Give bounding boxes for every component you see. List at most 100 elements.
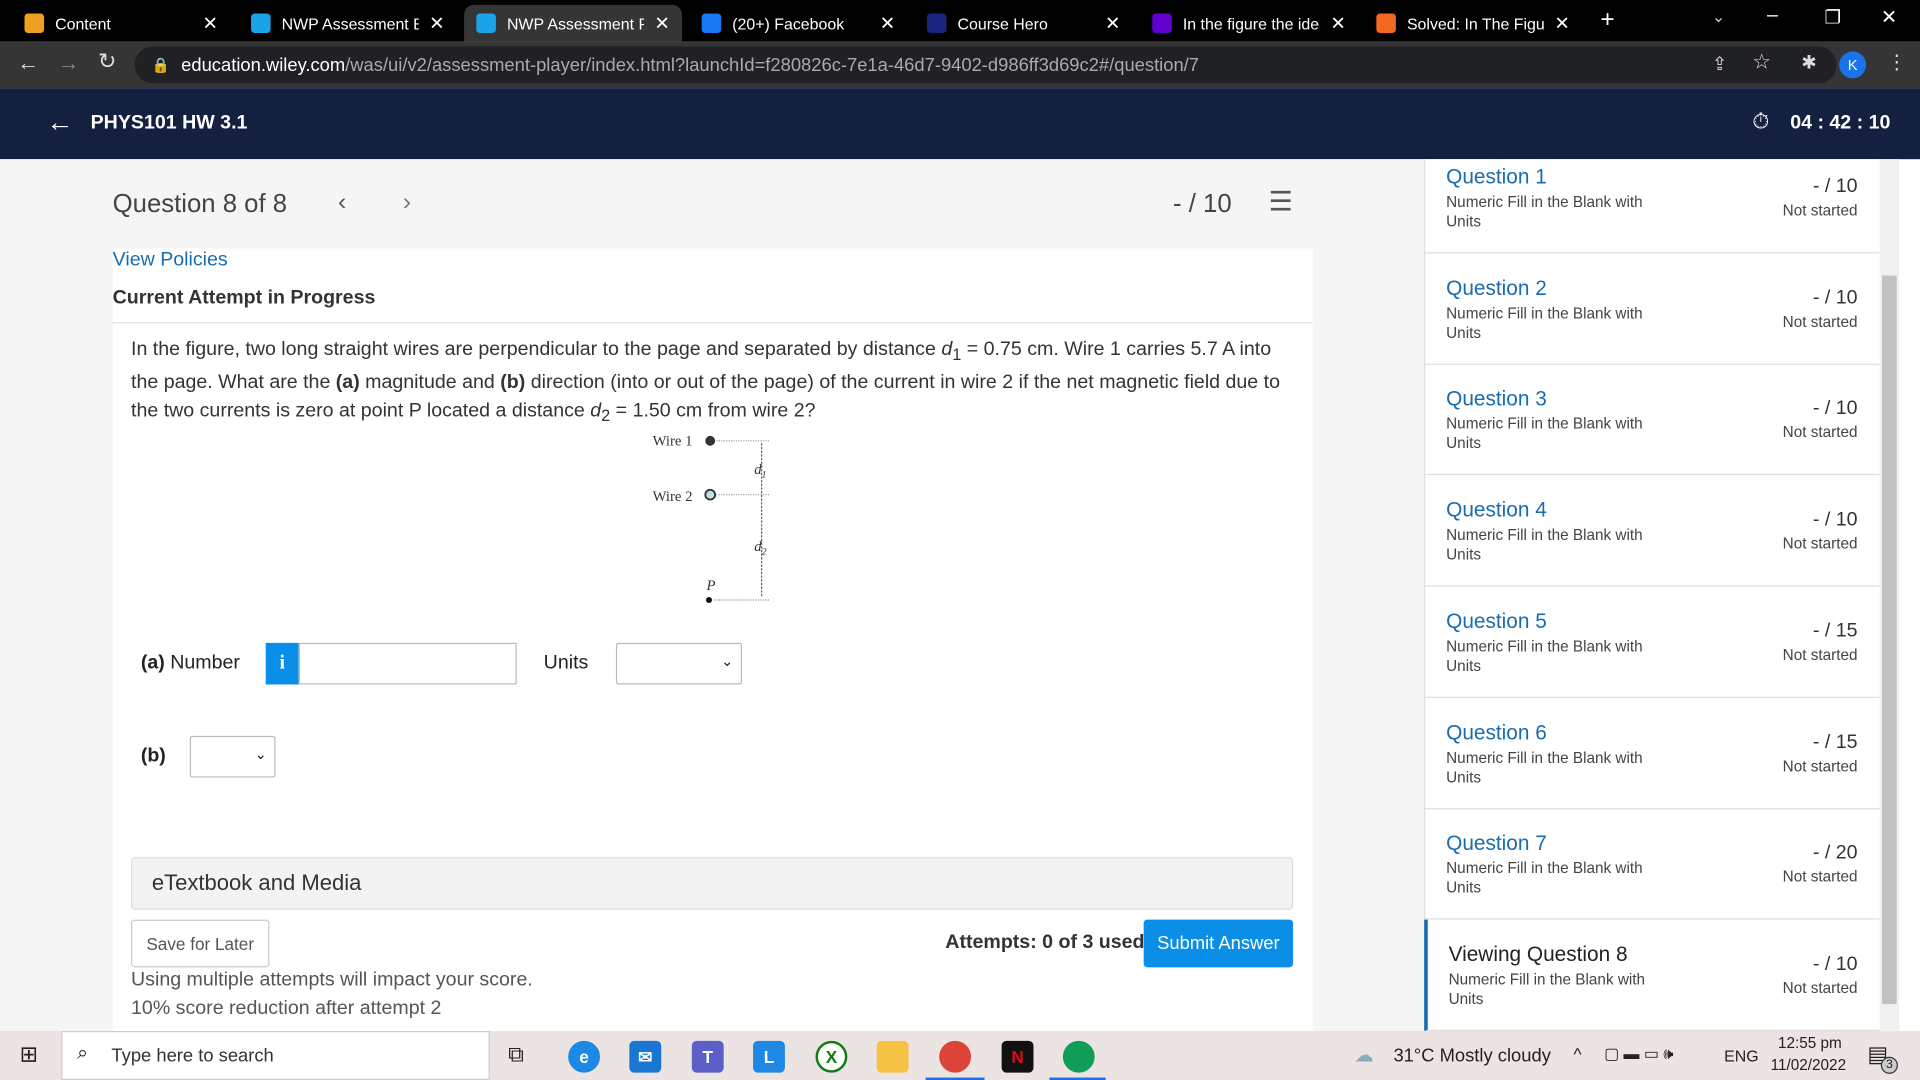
d2-label: d2 — [754, 539, 766, 558]
browser-tab[interactable]: In the figure the ideal ✕ — [1140, 5, 1358, 42]
reload-icon[interactable]: ↻ — [98, 49, 116, 75]
star-icon — [926, 13, 947, 34]
p-label: P — [706, 578, 716, 594]
close-tab-icon[interactable]: ✕ — [654, 12, 669, 34]
menu-icon[interactable]: ⋮ — [1887, 50, 1907, 74]
tab-search-icon[interactable]: ⌄ — [1712, 7, 1725, 27]
teams-icon[interactable]: T — [691, 1040, 724, 1073]
chevron-down-icon: ⌄ — [254, 745, 267, 763]
attempt-status: Current Attempt in Progress — [112, 287, 376, 309]
browser-tab[interactable]: Solved: In The Figure ✕ — [1364, 5, 1582, 42]
chrome-icon[interactable] — [939, 1040, 972, 1073]
sidebar-question-item[interactable]: Question 6 Numeric Fill in the Blank with… — [1424, 697, 1880, 809]
l-app-icon[interactable]: L — [753, 1040, 785, 1073]
clock-time[interactable]: 12:55 pm — [1778, 1035, 1842, 1052]
browser-tab[interactable]: NWP Assessment Play✕ — [464, 4, 683, 42]
etextbook-panel[interactable]: eTextbook and Media — [131, 857, 1294, 910]
tray-icons[interactable]: ▢ ▬ ▭ 🕪 — [1604, 1044, 1673, 1064]
attempts-counter: Attempts: 0 of 3 used — [945, 931, 1145, 953]
question-sidebar: Question 1 Numeric Fill in the Blank with… — [1424, 159, 1880, 1032]
language-indicator[interactable]: ENG — [1724, 1047, 1758, 1065]
chrome-profile-icon[interactable] — [1062, 1040, 1095, 1073]
question-score: - / 10 — [1173, 189, 1232, 218]
close-window-icon[interactable]: ✕ — [1881, 5, 1897, 29]
bookmark-star-icon[interactable]: ☆ — [1752, 50, 1771, 74]
forward-icon[interactable]: → — [58, 50, 80, 76]
close-tab-icon[interactable]: ✕ — [1554, 12, 1569, 34]
wp-icon — [251, 13, 271, 34]
sidebar-question-item[interactable]: Question 1 Numeric Fill in the Blank with… — [1424, 159, 1880, 254]
close-tab-icon[interactable]: ✕ — [1330, 12, 1345, 34]
d1-label: d1 — [754, 462, 766, 481]
attempts-note: Using multiple attempts will impact your… — [131, 969, 533, 991]
file-explorer-icon[interactable] — [876, 1040, 909, 1073]
sidebar-question-item[interactable]: Question 3 Numeric Fill in the Blank with… — [1424, 364, 1880, 476]
question-list-icon[interactable]: ☰ — [1269, 186, 1293, 218]
facebook-icon — [701, 13, 722, 34]
close-tab-icon[interactable]: ✕ — [1105, 12, 1120, 34]
netflix-icon[interactable]: N — [1001, 1040, 1034, 1073]
number-input[interactable] — [298, 642, 517, 685]
wire2-label: Wire 2 — [653, 489, 693, 505]
save-for-later-button[interactable]: Save for Later — [131, 919, 270, 968]
sidebar-question-item[interactable]: Viewing Question 8 Numeric Fill in the Bl… — [1424, 919, 1880, 1031]
sidebar-question-item[interactable]: Question 5 Numeric Fill in the Blank with… — [1424, 586, 1880, 698]
mail-icon[interactable]: ✉ — [629, 1040, 662, 1073]
score-reduction-note: 10% score reduction after attempt 2 — [131, 997, 442, 1019]
xbox-icon[interactable]: X — [815, 1040, 848, 1073]
wire2-icon — [704, 488, 717, 501]
address-bar: ← → ↻ 🔒 education.wiley.com/was/ui/v2/as… — [0, 41, 1920, 89]
close-tab-icon[interactable]: ✕ — [203, 12, 218, 34]
sidebar-question-item[interactable]: Question 2 Numeric Fill in the Blank with… — [1424, 253, 1880, 365]
profile-avatar[interactable]: K — [1839, 51, 1867, 79]
notification-count: 3 — [1880, 1056, 1898, 1074]
share-icon[interactable]: ⇪ — [1712, 53, 1727, 75]
browser-tab-bar: Content✕NWP Assessment Buil✕NWP Assessme… — [0, 0, 1920, 42]
question-heading: Question 8 of 8 — [112, 189, 288, 218]
clock-date[interactable]: 11/02/2022 — [1771, 1057, 1846, 1074]
browser-tab[interactable]: Course Hero ✕ — [915, 5, 1133, 42]
view-policies-link[interactable]: View Policies — [113, 250, 228, 272]
edge-icon[interactable]: e — [568, 1040, 601, 1073]
browser-tab[interactable]: NWP Assessment Buil✕ — [239, 5, 457, 42]
wire1-label: Wire 1 — [653, 434, 693, 450]
maximize-icon[interactable]: ❐ — [1824, 6, 1840, 28]
windows-taskbar: ⊞ ⌕ Type here to search ⧉ e ✉ T L X N ☁ … — [0, 1031, 1920, 1080]
yahoo-icon — [1152, 13, 1172, 34]
weather-cloud-icon: ☁ — [1354, 1045, 1374, 1067]
windows-start-icon[interactable]: ⊞ — [20, 1042, 38, 1068]
next-question-icon[interactable]: › — [403, 189, 411, 217]
extensions-icon[interactable]: ✱ — [1801, 51, 1816, 74]
info-icon[interactable]: i — [265, 642, 299, 685]
question-area: Question 8 of 8 ‹ › - / 10 ☰ View Polici… — [0, 159, 1425, 1033]
question-text: In the figure, two long straight wires a… — [131, 339, 1280, 426]
prev-question-icon[interactable]: ‹ — [338, 189, 346, 217]
task-view-icon[interactable]: ⧉ — [508, 1042, 524, 1068]
lock-icon: 🔒 — [151, 56, 171, 74]
close-tab-icon[interactable]: ✕ — [880, 12, 895, 34]
direction-select[interactable]: ⌄ — [189, 735, 276, 778]
taskbar-search-input[interactable]: ⌕ Type here to search — [61, 1031, 490, 1080]
back-arrow-icon[interactable]: ← — [47, 107, 74, 139]
units-select[interactable]: ⌄ — [615, 642, 743, 685]
back-icon[interactable]: ← — [17, 50, 39, 76]
timer: 04 : 42 : 10 — [1790, 112, 1891, 134]
search-icon: ⌕ — [77, 1043, 89, 1065]
wp-icon — [476, 13, 496, 34]
tray-chevron-icon[interactable]: ^ — [1573, 1044, 1581, 1064]
app-header: ← PHYS101 HW 3.1 ⏱ 04 : 42 : 10 — [0, 88, 1920, 160]
url-input[interactable]: 🔒 education.wiley.com/was/ui/v2/assessme… — [134, 46, 1837, 84]
new-tab-icon[interactable]: + — [1600, 6, 1614, 34]
submit-answer-button[interactable]: Submit Answer — [1143, 919, 1294, 968]
minimize-icon[interactable]: – — [1767, 5, 1778, 27]
sidebar-scrollbar[interactable] — [1879, 159, 1900, 1032]
browser-tab[interactable]: (20+) Facebook ✕ — [689, 5, 907, 42]
assignment-title: PHYS101 HW 3.1 — [90, 112, 248, 134]
close-tab-icon[interactable]: ✕ — [429, 12, 444, 34]
sidebar-question-item[interactable]: Question 4 Numeric Fill in the Blank with… — [1424, 475, 1880, 587]
sidebar-question-item[interactable]: Question 7 Numeric Fill in the Blank with… — [1424, 808, 1880, 920]
wire1-into-page-icon — [705, 435, 716, 446]
weather-text[interactable]: 31°C Mostly cloudy — [1393, 1046, 1550, 1067]
browser-tab[interactable]: Content ✕ — [12, 5, 230, 42]
point-p — [705, 596, 713, 604]
